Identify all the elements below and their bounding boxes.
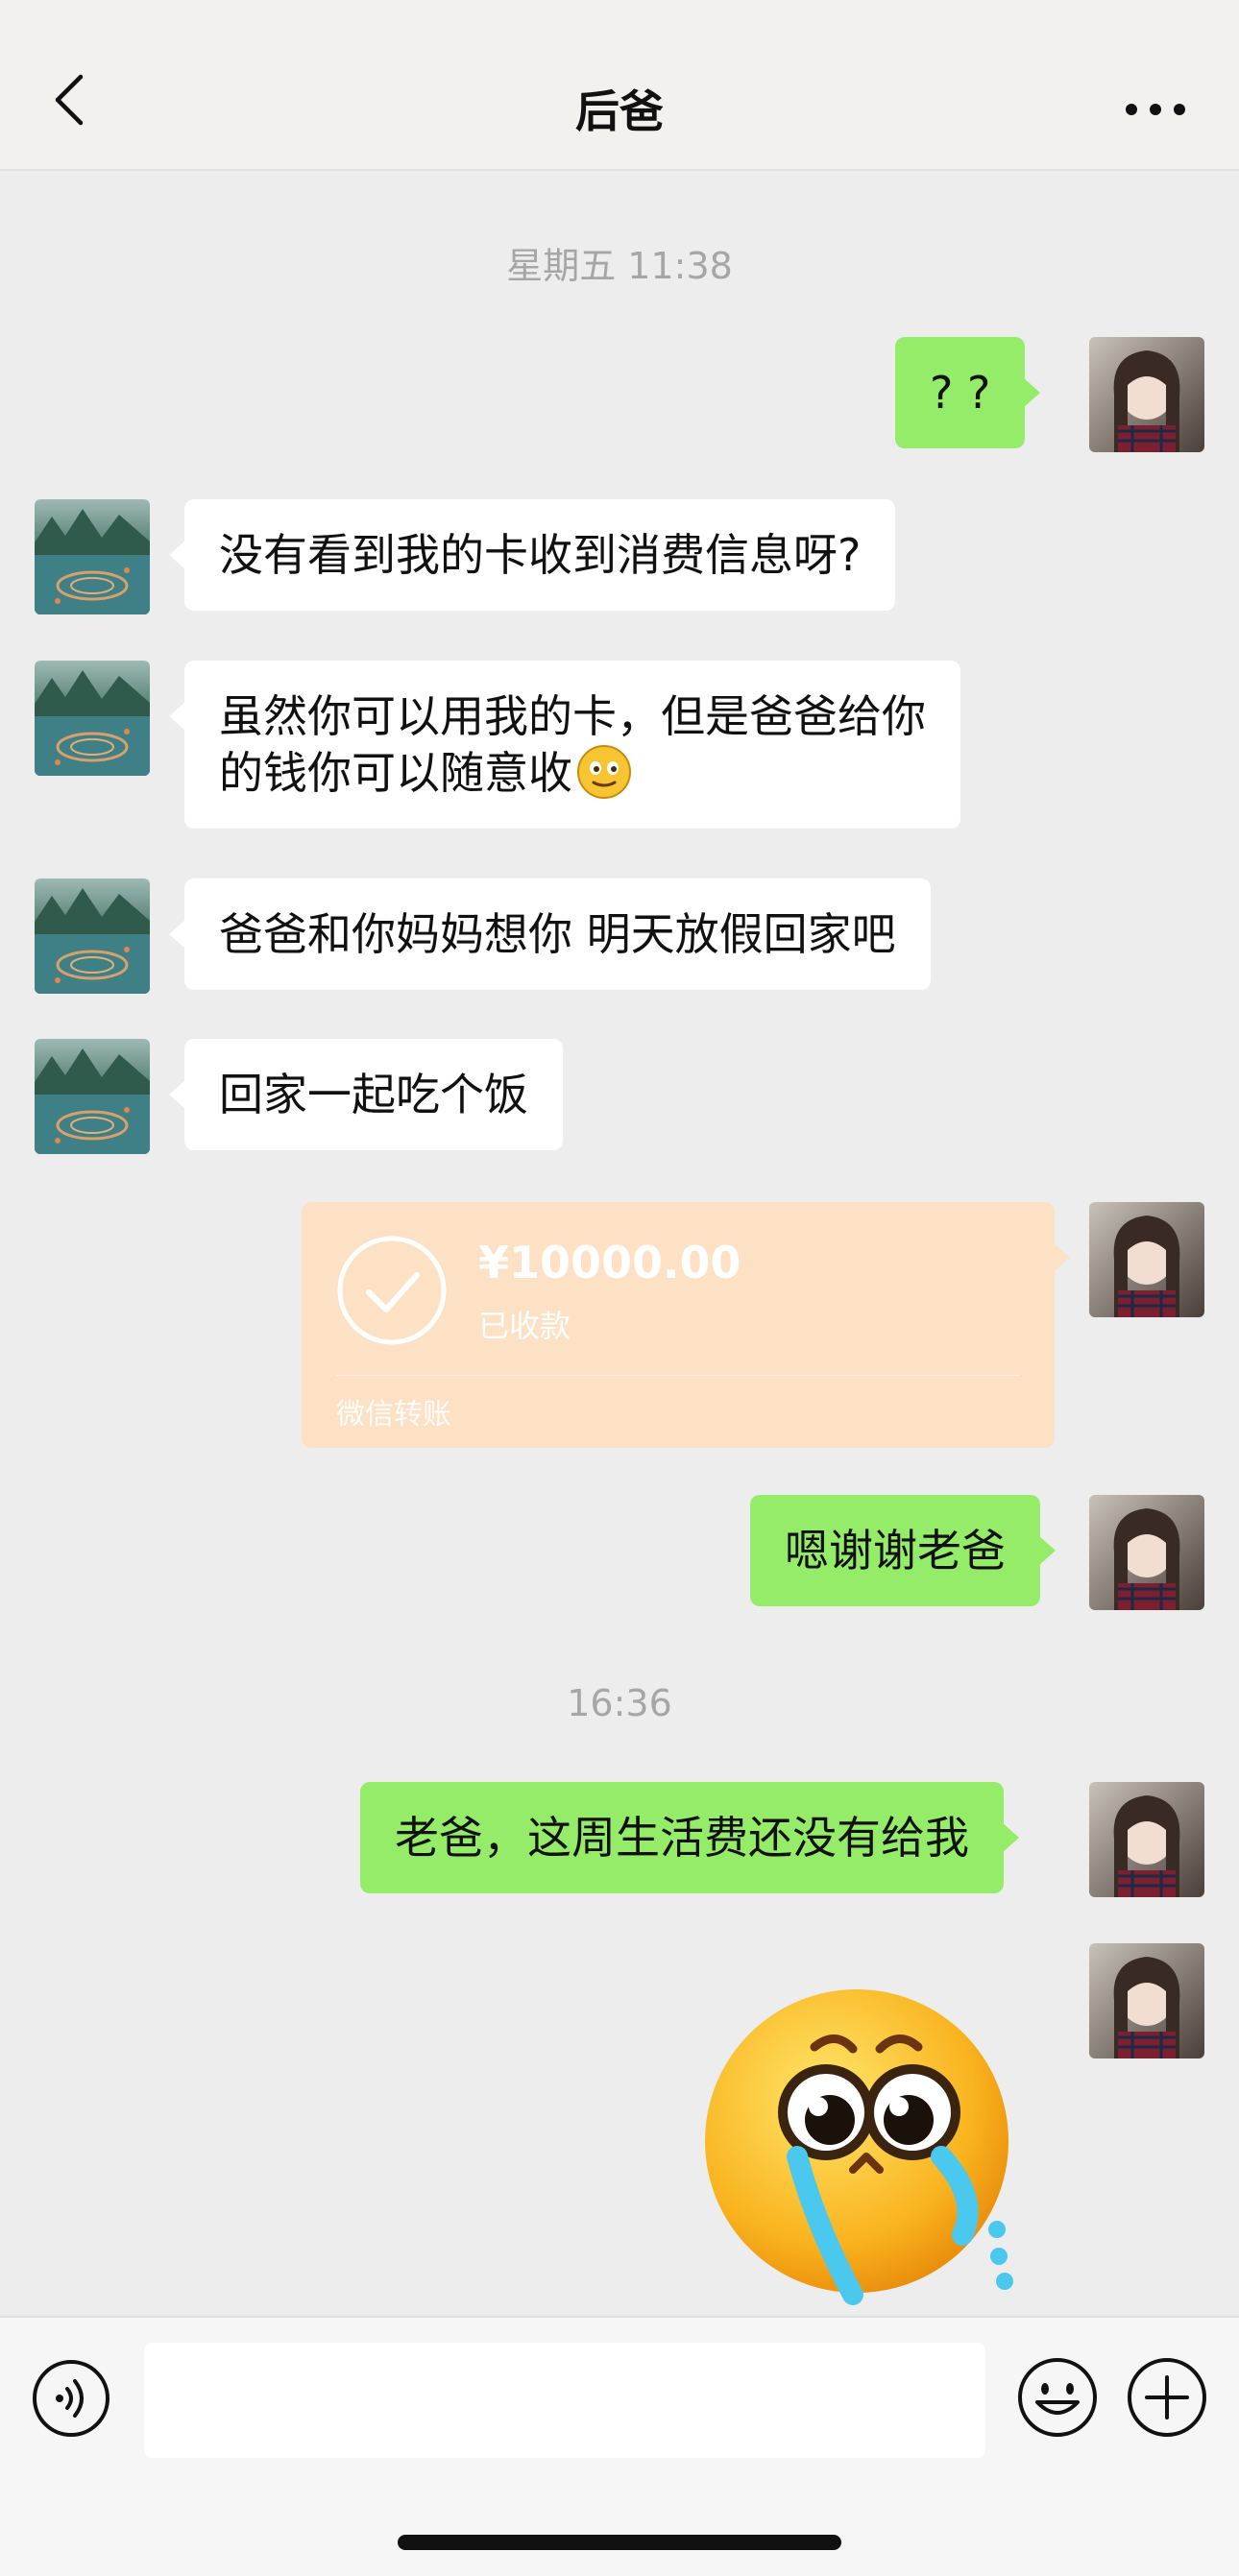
message-bubble-received[interactable]: 没有看到我的卡收到消费信息呀? [168, 499, 896, 611]
message-bubble-received[interactable]: 爸爸和你妈妈想你 明天放假回家吧 [169, 879, 931, 990]
message-bubble-sent[interactable]: 老爸，这周生活费还没有给我 [360, 1782, 1019, 1893]
dad-avatar[interactable] [35, 499, 150, 614]
message-text: 没有看到我的卡收到消费信息呀? [219, 529, 862, 581]
message-text: 嗯谢谢老爸 [785, 1525, 1006, 1577]
avatar-image [1089, 1943, 1204, 2058]
my-avatar[interactable] [1089, 1782, 1204, 1897]
more-button[interactable] [1122, 92, 1189, 127]
timestamp: 16:36 [567, 1682, 672, 1724]
message-bubble-received[interactable]: 回家一起吃个饭 [169, 1039, 563, 1150]
my-avatar[interactable] [1089, 1943, 1204, 2058]
message-input[interactable] [144, 2343, 985, 2458]
checkmark-circle-icon [337, 1236, 447, 1345]
transfer-status: 已收款 [478, 1308, 571, 1344]
dad-avatar[interactable] [35, 1039, 150, 1154]
crying-pleading-face-icon[interactable] [692, 1978, 1037, 2323]
plus-icon[interactable] [1126, 2356, 1208, 2439]
voice-icon[interactable] [31, 2358, 111, 2439]
message-text: 回家一起吃个饭 [219, 1069, 528, 1120]
smiling-face-icon [577, 745, 631, 799]
avatar-image [35, 661, 150, 776]
timestamp: 星期五 11:38 [506, 245, 733, 287]
avatar-image [1089, 1202, 1204, 1317]
message-bubble-received[interactable]: 虽然你可以用我的卡，但是爸爸给你 的钱你可以随意收 [169, 661, 960, 829]
my-avatar[interactable] [1089, 1495, 1204, 1610]
message-text: 爸爸和你妈妈想你 明天放假回家吧 [219, 908, 896, 960]
my-avatar[interactable] [1089, 337, 1204, 452]
avatar-image [1089, 1782, 1204, 1897]
message-bubble-sent[interactable]: 嗯谢谢老爸 [750, 1495, 1056, 1606]
dad-avatar[interactable] [35, 661, 150, 776]
chat-title: 后爸 [575, 85, 664, 137]
message-bubble-sent[interactable]: ? ? [895, 337, 1041, 448]
chat-screen: 后爸 星期五 11:38 ? ? 没有看到我的卡收到消费信息呀? 虽然你可以用我… [0, 0, 1239, 2576]
home-indicator[interactable] [398, 2535, 841, 2550]
message-text-line: 的钱你可以随意收 [219, 744, 926, 801]
avatar-image [35, 1039, 150, 1154]
message-text-line: 虽然你可以用我的卡，但是爸爸给你 [219, 690, 926, 742]
emoji-icon[interactable] [1016, 2356, 1099, 2439]
transfer-amount: ¥10000.00 [478, 1237, 741, 1288]
message-text: ? ? [930, 367, 991, 419]
transfer-label: 微信转账 [336, 1398, 451, 1432]
message-text: 老爸，这周生活费还没有给我 [395, 1812, 969, 1864]
divider [336, 1375, 1020, 1376]
message-text: 的钱你可以随意收 [219, 747, 572, 799]
avatar-image [35, 879, 150, 994]
avatar-image [1089, 1495, 1204, 1610]
my-avatar[interactable] [1089, 1202, 1204, 1317]
chat-header: 后爸 [0, 0, 1239, 171]
transfer-card[interactable]: ¥10000.00 已收款 微信转账 [302, 1202, 1070, 1448]
dad-avatar[interactable] [35, 879, 150, 994]
avatar-image [35, 499, 150, 614]
avatar-image [1089, 337, 1204, 452]
more-dots-icon [1126, 104, 1185, 115]
